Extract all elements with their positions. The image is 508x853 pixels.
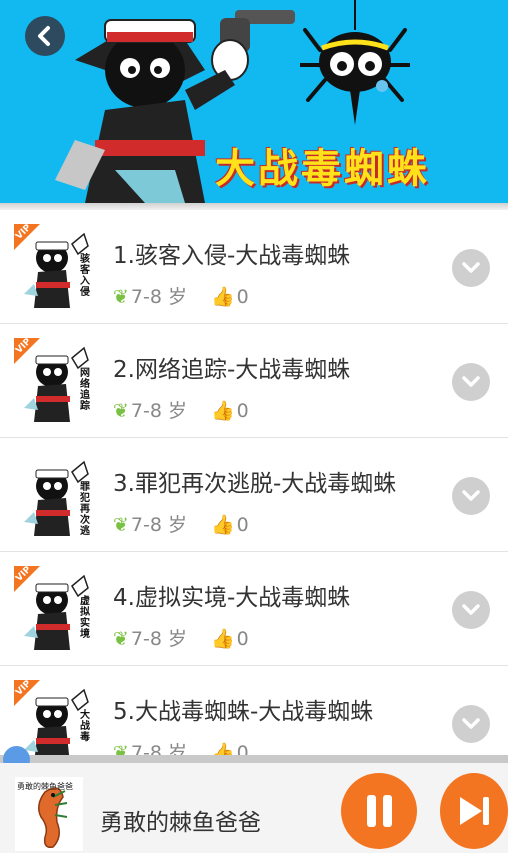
thumbs-up-icon[interactable]: 👍 [211, 400, 235, 422]
next-track-button[interactable] [440, 773, 508, 849]
episode-title: 2.网络追踪-大战毒蜘蛛 [113, 357, 351, 383]
mini-player: 勇敢的棘鱼爸爸 勇敢的棘鱼爸爸 [0, 763, 508, 853]
like-count: 0 [236, 400, 249, 422]
like-count: 0 [236, 742, 249, 755]
chevron-down-icon [462, 604, 480, 615]
episode-thumbnail[interactable]: 罪犯再次逃脱 [14, 452, 98, 536]
expand-button[interactable] [452, 363, 490, 401]
thumbs-up-icon[interactable]: 👍 [211, 514, 235, 536]
episode-title: 1.骇客入侵-大战毒蜘蛛 [113, 243, 351, 269]
like-count: 0 [236, 514, 249, 536]
thumbnail-caption: 虚拟实境 [80, 596, 90, 640]
cover-caption: 勇敢的棘鱼爸爸 [17, 781, 73, 791]
thumbnail-caption: 大战毒 [80, 710, 90, 743]
chevron-down-icon [462, 490, 480, 501]
episode-thumbnail[interactable]: VIP 虚拟实境 [14, 566, 98, 650]
chevron-down-icon [462, 262, 480, 273]
spider-illustration [300, 0, 410, 125]
seahorse-cover-image: 勇敢的棘鱼爸爸 [15, 777, 83, 851]
thumbs-up-icon[interactable]: 👍 [211, 742, 235, 755]
age-range: 7-8 岁 [130, 514, 187, 536]
expand-button[interactable] [452, 477, 490, 515]
episode-title: 5.大战毒蜘蛛-大战毒蜘蛛 [113, 699, 374, 725]
thumbnail-caption: 网络追踪 [80, 368, 90, 412]
expand-button[interactable] [452, 591, 490, 629]
episode-list-item[interactable]: VIP 骇客入侵 1.骇客入侵-大战毒蜘蛛 ❦ 7-8 岁 👍 0 [0, 210, 508, 324]
header-banner: 大战毒蜘蛛 [0, 0, 508, 203]
like-count: 0 [236, 286, 249, 308]
like-count: 0 [236, 628, 249, 650]
episode-meta: ❦ 7-8 岁 👍 0 [113, 396, 249, 423]
episode-list-item[interactable]: VIP 网络追踪 2.网络追踪-大战毒蜘蛛 ❦ 7-8 岁 👍 0 [0, 324, 508, 438]
banner-title: 大战毒蜘蛛 [215, 146, 430, 192]
now-playing-title: 勇敢的棘鱼爸爸 [100, 810, 261, 836]
sprout-icon: ❦ [113, 400, 129, 422]
episode-meta: ❦ 7-8 岁 👍 0 [113, 738, 249, 755]
expand-button[interactable] [452, 705, 490, 743]
episode-thumbnail[interactable]: VIP 大战毒 [14, 680, 98, 755]
episode-list-item[interactable]: VIP 虚拟实境 4.虚拟实境-大战毒蜘蛛 ❦ 7-8 岁 👍 0 [0, 552, 508, 666]
sprout-icon: ❦ [113, 628, 129, 650]
expand-button[interactable] [452, 249, 490, 287]
sprout-icon: ❦ [113, 286, 129, 308]
now-playing-cover[interactable]: 勇敢的棘鱼爸爸 [15, 777, 83, 851]
thumbnail-caption: 罪犯再次逃脱 [80, 482, 90, 536]
episode-list-item[interactable]: 罪犯再次逃脱 3.罪犯再次逃脱-大战毒蜘蛛 ❦7-8 岁 👍0 [0, 438, 508, 552]
episode-title: 3.罪犯再次逃脱-大战毒蜘蛛 [113, 471, 397, 497]
thumbnail-caption: 骇客入侵 [80, 254, 90, 298]
age-range: 7-8 岁 [130, 628, 187, 650]
episode-thumbnail[interactable]: VIP 骇客入侵 [14, 224, 98, 308]
episode-meta: ❦ 7-8 岁 👍 0 [113, 624, 249, 651]
episode-title: 4.虚拟实境-大战毒蜘蛛 [113, 585, 351, 611]
thumbs-up-icon[interactable]: 👍 [211, 628, 235, 650]
sprout-icon: ❦ [113, 514, 129, 536]
episode-list-item[interactable]: VIP 大战毒 5.大战毒蜘蛛-大战毒蜘蛛 ❦ 7-8 岁 👍 0 [0, 666, 508, 755]
episode-thumbnail[interactable]: VIP 网络追踪 [14, 338, 98, 422]
skip-next-icon [460, 797, 489, 825]
sprout-icon: ❦ [113, 742, 129, 755]
age-range: 7-8 岁 [130, 286, 187, 308]
age-range: 7-8 岁 [130, 742, 187, 755]
chevron-down-icon [462, 718, 480, 729]
episode-meta: ❦ 7-8 岁 👍 0 [113, 282, 249, 309]
chevron-down-icon [462, 376, 480, 387]
pause-icon [367, 795, 392, 827]
thumbs-up-icon[interactable]: 👍 [211, 286, 235, 308]
pause-button[interactable] [341, 773, 417, 849]
age-range: 7-8 岁 [130, 400, 187, 422]
episode-list[interactable]: VIP 骇客入侵 1.骇客入侵-大战毒蜘蛛 ❦ 7-8 岁 👍 0 VIP 网络追踪 2.网络追踪… [0, 210, 508, 755]
episode-meta: ❦ 7-8 岁 👍 0 [113, 510, 249, 537]
playback-progress-bar[interactable] [0, 755, 508, 763]
banner-divider [0, 203, 508, 210]
